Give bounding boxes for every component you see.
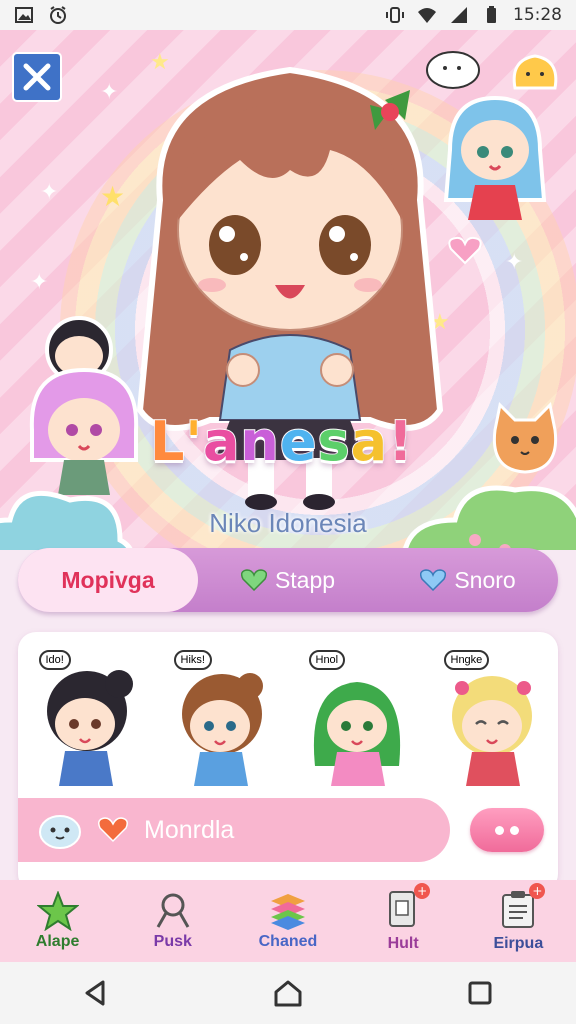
system-navigation-bar — [0, 962, 576, 1024]
status-time: 15:28 — [513, 5, 562, 25]
hero-subtitle: Niko Idonesia — [209, 508, 367, 538]
nav-item-alape[interactable]: Alape — [8, 891, 108, 951]
image-icon — [15, 7, 33, 23]
hero-title-letter: a — [202, 409, 241, 474]
hero-title-letter: n — [239, 409, 280, 474]
sticker-item[interactable]: Hiks! — [162, 646, 280, 796]
more-button[interactable] — [470, 808, 544, 852]
notification-badge: + — [414, 883, 431, 899]
hero-banner: ✦ ✦ ★ ✦ ★ ✦ ★ L'anesa! Niko Idonesia — [0, 30, 576, 550]
speech-bubble: Ido! — [38, 650, 71, 670]
speech-bubble: Hnol — [308, 650, 346, 670]
blue-hair-girl-sticker — [443, 95, 547, 220]
hero-title-letter: a — [350, 409, 389, 474]
nav-label: Eirpua — [493, 935, 544, 952]
layers-icon — [270, 894, 305, 930]
sticker-card: Ido! Hiks! Hnol Hngke Monrdla — [18, 632, 558, 892]
tab-snoro[interactable]: Snoro — [378, 548, 558, 612]
orange-heart-icon — [98, 817, 128, 843]
hero-title-letter: ' — [184, 409, 203, 474]
message-text: Monrdla — [144, 815, 235, 844]
tab-stapp[interactable]: Stapp — [198, 548, 378, 612]
tab-label: Mopivga — [61, 566, 155, 593]
nav-item-pusk[interactable]: Pusk — [123, 891, 223, 951]
cat-sticker — [492, 401, 558, 474]
hero-title-letter: e — [279, 409, 318, 474]
speech-bubble: Hngke — [443, 650, 490, 670]
sticker-item[interactable]: Hnol — [297, 646, 415, 796]
recents-button[interactable] — [450, 968, 510, 1018]
nav-label: Hult — [387, 935, 419, 952]
nav-item-hult[interactable]: + Hult — [353, 883, 453, 953]
message-bar[interactable]: Monrdla — [18, 798, 450, 862]
sparkle-icon: ✦ — [30, 270, 49, 295]
nav-label: Chaned — [258, 933, 318, 950]
tab-mopivga[interactable]: Mopivga — [18, 548, 198, 612]
sticker-row: Ido! Hiks! Hnol Hngke — [18, 646, 558, 796]
status-bar: 15:28 — [0, 0, 576, 30]
notification-badge: + — [529, 883, 546, 899]
dot-icon — [510, 825, 519, 835]
hero-title-letter: L — [149, 409, 186, 474]
speech-bubble: Hiks! — [173, 650, 212, 670]
close-icon — [23, 63, 51, 91]
hero-title-letter: ! — [387, 409, 414, 474]
home-icon — [274, 980, 302, 1007]
nav-item-chaned[interactable]: Chaned — [238, 891, 338, 951]
home-button[interactable] — [258, 968, 318, 1018]
sticker-item[interactable]: Ido! — [27, 646, 145, 796]
sparkle-icon: ✦ — [40, 180, 59, 205]
back-triangle-icon — [85, 980, 105, 1006]
tab-bar: Mopivga Stapp Snoro — [18, 548, 558, 612]
nav-item-eirpua[interactable]: + Eirpua — [468, 883, 568, 953]
alarm-icon — [50, 6, 66, 24]
search-icon — [156, 893, 190, 928]
close-button[interactable] — [12, 52, 62, 102]
heart-icon — [448, 236, 482, 265]
bottom-navigation: Alape Pusk Chaned + Hult + Eirpua — [0, 880, 576, 962]
star-icon — [36, 891, 79, 931]
hero-title-letter: s — [316, 409, 351, 474]
nav-label: Alape — [35, 933, 80, 950]
recents-square-icon — [468, 981, 492, 1005]
hero-title: L'anesa! — [149, 409, 414, 474]
speech-bubble-sticker — [426, 51, 480, 89]
blue-heart-icon — [420, 569, 447, 591]
back-button[interactable] — [66, 968, 126, 1018]
vibrate-icon — [386, 7, 404, 23]
dot-icon — [495, 825, 504, 835]
wifi-icon — [418, 8, 436, 23]
sparkle-icon: ✦ — [505, 250, 524, 275]
nav-label: Pusk — [153, 933, 192, 950]
yellow-blob-sticker — [512, 54, 558, 90]
ghost-avatar-icon — [39, 815, 81, 849]
tab-label: Stapp — [274, 566, 336, 593]
green-heart-icon — [240, 569, 267, 591]
sticker-item[interactable]: Hngke — [432, 646, 550, 796]
battery-icon — [487, 6, 496, 23]
signal-icon — [451, 7, 467, 23]
tab-label: Snoro — [454, 566, 516, 593]
sparkle-icon: ✦ — [100, 80, 119, 105]
